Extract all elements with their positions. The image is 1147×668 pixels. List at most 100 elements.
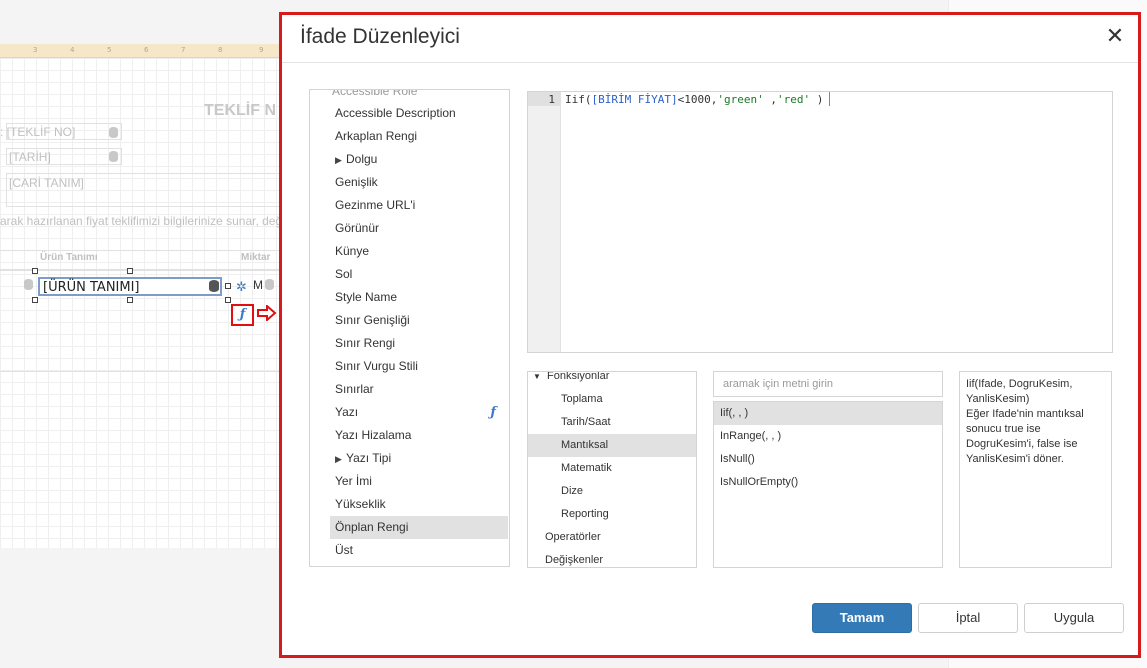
function-category-root[interactable]: ▼ Fonksiyonlar — [528, 371, 696, 388]
function-category-root[interactable]: Değişkenler — [528, 549, 696, 567]
database-icon — [24, 279, 33, 290]
property-item[interactable]: Yükseklik — [310, 493, 509, 516]
expression-code-editor[interactable]: 1 Iif([BİRİM FİYAT]<1000,'green' ,'red' … — [527, 91, 1113, 353]
tarih-field: [TARİH] — [9, 150, 51, 164]
description-line: Iif(Ifade, DogruKesim, — [966, 378, 1073, 390]
function-category-item[interactable]: Toplama — [528, 388, 696, 411]
column-miktar: Miktar — [241, 252, 271, 263]
property-label: Sınırlar — [335, 382, 374, 396]
function-category-item[interactable]: Dize — [528, 480, 696, 503]
function-category-label: Fonksiyonlar — [547, 371, 610, 382]
cancel-button[interactable]: İptal — [918, 603, 1018, 633]
dialog-title: İfade Düzenleyici — [300, 25, 460, 48]
function-list-item[interactable]: IsNull() — [714, 448, 942, 471]
function-list-item[interactable]: IsNullOrEmpty() — [714, 471, 942, 494]
database-icon — [109, 127, 118, 138]
resize-handle[interactable] — [32, 297, 38, 303]
database-icon — [209, 280, 219, 292]
properties-list[interactable]: Accessible Role Accessible Description Ar… — [309, 89, 510, 567]
property-label: Sınır Vurgu Stili — [335, 359, 418, 373]
description-line: Eğer Ifade'nin mantıksal — [966, 408, 1084, 420]
active-line-highlight — [528, 92, 561, 106]
function-category-item[interactable]: Tarih/Saat — [528, 411, 696, 434]
function-category-label: Reporting — [561, 508, 609, 520]
expand-arrow-icon[interactable]: ▶ — [335, 448, 346, 471]
function-category-label: Operatörler — [545, 531, 601, 543]
property-item[interactable]: Üst — [310, 539, 509, 562]
function-list[interactable]: Iif(, , ) InRange(, , ) IsNull() IsNullOrEm… — [713, 401, 943, 568]
property-item[interactable]: Yazı Hizalama — [310, 424, 509, 447]
property-label: Künye — [335, 244, 370, 258]
collapse-arrow-icon[interactable]: ▼ — [533, 372, 547, 388]
property-item[interactable]: ▶ Dolgu — [310, 148, 509, 171]
function-category-label: Mantıksal — [561, 439, 609, 451]
ruler-tick: 6 — [144, 46, 149, 54]
property-item[interactable]: ▶ Yazı Tipi — [310, 447, 509, 470]
function-category-tree[interactable]: ▼ Fonksiyonlar Toplama Tarih/Saat Mantıksal M… — [527, 371, 697, 568]
property-label: Yazı Hizalama — [335, 428, 412, 442]
property-item[interactable]: Görünür — [310, 217, 509, 240]
property-item[interactable]: Künye — [310, 240, 509, 263]
cari-field: [CARİ TANIM] — [9, 176, 84, 190]
function-description: Iif(Ifade, DogruKesim, YanlisKesim) Eğer I… — [959, 371, 1112, 568]
property-item[interactable]: Yer İmi — [310, 470, 509, 493]
function-category-item[interactable]: Matematik — [528, 457, 696, 480]
function-category-root[interactable]: Operatörler — [528, 526, 696, 549]
property-item[interactable]: Önplan Rengi — [330, 516, 508, 539]
property-item[interactable]: Sınır Genişliği — [310, 309, 509, 332]
code-token-close: ) — [810, 93, 824, 106]
resize-handle[interactable] — [127, 297, 133, 303]
code-token-operator: <1000, — [677, 93, 718, 106]
property-item[interactable]: Accessible Description — [310, 102, 509, 125]
function-list-item[interactable]: Iif(, , ) — [714, 402, 942, 425]
database-icon — [265, 279, 274, 290]
property-label: Accessible Description — [335, 106, 456, 120]
description-line: sonucu true ise — [966, 423, 1041, 435]
property-label: Önplan Rengi — [335, 520, 409, 534]
function-search-input[interactable] — [713, 371, 943, 397]
ruler-tick: 5 — [107, 46, 112, 54]
expression-fx-icon[interactable]: ƒ — [490, 401, 496, 424]
apply-button[interactable]: Uygula — [1024, 603, 1124, 633]
ruler-tick: 4 — [70, 46, 75, 54]
property-item[interactable]: Gezinme URL'i — [310, 194, 509, 217]
property-item[interactable]: Arkaplan Rengi — [310, 125, 509, 148]
function-category-label: Matematik — [561, 462, 612, 474]
design-surface[interactable]: TEKLİF N : [TEKLİF NO] [TARİH] [CARİ TAN… — [0, 58, 282, 548]
resize-handle[interactable] — [32, 268, 38, 274]
resize-handle[interactable] — [127, 268, 133, 274]
function-category-label: Dize — [561, 485, 584, 497]
ok-button[interactable]: Tamam — [812, 603, 912, 633]
expand-arrow-icon[interactable]: ▶ — [335, 149, 346, 172]
gear-icon[interactable]: ✲ — [236, 280, 247, 294]
property-item[interactable]: Sol — [310, 263, 509, 286]
code-line[interactable]: Iif([BİRİM FİYAT]<1000,'green' ,'red' ) — [565, 93, 823, 106]
property-item[interactable]: Sınır Vurgu Stili — [310, 355, 509, 378]
resize-handle[interactable] — [225, 297, 231, 303]
code-token-string: 'red' — [776, 93, 811, 106]
ruler-tick: 8 — [218, 46, 223, 54]
property-label: Genişlik — [335, 175, 378, 189]
close-icon[interactable]: ✕ — [1102, 24, 1128, 50]
expression-editor-dialog: İfade Düzenleyici ✕ Accessible Role Acce… — [279, 12, 1141, 658]
property-item[interactable]: Yazı ƒ — [310, 401, 509, 424]
property-label: Gezinme URL'i — [335, 198, 416, 212]
urun-tanimi-field[interactable]: [ÜRÜN TANIMI] — [38, 277, 222, 296]
function-category-item[interactable]: Mantıksal — [528, 434, 696, 457]
teklif-field: : [TEKLİF NO] — [0, 125, 76, 139]
expression-fx-icon[interactable]: ƒ — [231, 304, 254, 326]
property-item[interactable]: Genişlik — [310, 171, 509, 194]
function-list-item[interactable]: InRange(, , ) — [714, 425, 942, 448]
line-gutter: 1 — [528, 92, 561, 352]
text-caret — [829, 92, 830, 106]
resize-handle[interactable] — [225, 283, 231, 289]
function-category-item[interactable]: Reporting — [528, 503, 696, 526]
property-item[interactable]: Style Name — [310, 286, 509, 309]
property-item[interactable]: Sınır Rengi — [310, 332, 509, 355]
column-urun: Ürün Tanımı — [40, 252, 98, 263]
database-icon — [109, 151, 118, 162]
property-item[interactable]: Sınırlar — [310, 378, 509, 401]
ruler-tick: 9 — [259, 46, 264, 54]
function-category-label: Toplama — [561, 393, 603, 405]
dialog-header: İfade Düzenleyici ✕ — [282, 15, 1138, 63]
